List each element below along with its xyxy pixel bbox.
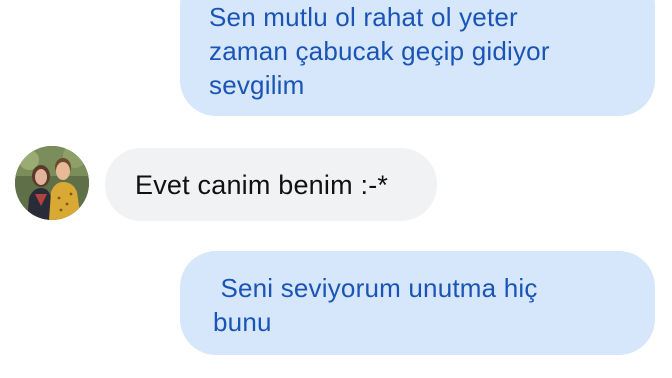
outgoing-message-bubble[interactable]: Seni seviyorum unutma hiç bunu bbox=[180, 251, 655, 355]
chat-conversation: Sen mutlu ol rahat ol yeter zaman çabuca… bbox=[0, 0, 672, 378]
contact-avatar[interactable] bbox=[15, 146, 89, 220]
incoming-message-bubble[interactable]: Evet canim benim :-* bbox=[105, 148, 437, 221]
message-text: Sen mutlu ol rahat ol yeter zaman çabuca… bbox=[209, 2, 550, 100]
message-text: Evet canim benim :-* bbox=[135, 170, 389, 200]
message-text: Seni seviyorum unutma hiç bunu bbox=[213, 273, 538, 337]
outgoing-message-bubble[interactable]: Sen mutlu ol rahat ol yeter zaman çabuca… bbox=[180, 0, 655, 116]
avatar-photo-icon bbox=[15, 146, 89, 220]
